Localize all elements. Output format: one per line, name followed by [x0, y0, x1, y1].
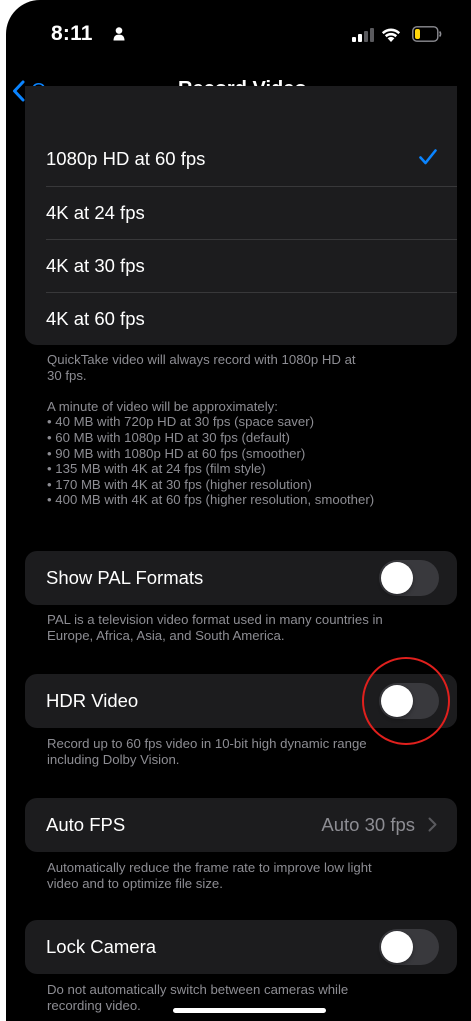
- hdr-video-group: HDR Video: [25, 674, 457, 728]
- pal-formats-toggle[interactable]: [379, 560, 439, 596]
- lock-camera-label: Lock Camera: [46, 936, 157, 957]
- checkmark-icon: [419, 149, 437, 165]
- toggle-knob: [381, 562, 413, 594]
- hdr-video-footer: Record up to 60 fps video in 10-bit high…: [47, 736, 367, 767]
- phone-screen: 8:11 Camera Record Vide: [6, 0, 471, 1021]
- status-time: 8:11: [51, 22, 93, 45]
- resolution-option-label: 1080p HD at 60 fps: [46, 148, 206, 169]
- toggle-knob: [381, 931, 413, 963]
- pal-formats-group: Show PAL Formats: [25, 551, 457, 605]
- resolution-option-4k-60[interactable]: 4K at 60 fps: [25, 292, 457, 345]
- auto-fps-footer: Automatically reduce the frame rate to i…: [47, 860, 372, 891]
- cellular-signal-icon: [352, 28, 374, 42]
- auto-fps-group: Auto FPS Auto 30 fps: [25, 798, 457, 852]
- pal-formats-row: Show PAL Formats: [25, 551, 457, 605]
- lock-camera-toggle[interactable]: [379, 929, 439, 965]
- resolution-option-1080p-60[interactable]: 1080p HD at 60 fps: [25, 132, 457, 186]
- resolution-option-label: 4K at 24 fps: [46, 201, 145, 223]
- pal-formats-footer: PAL is a television video format used in…: [47, 612, 383, 643]
- pal-formats-label: Show PAL Formats: [46, 567, 204, 588]
- auto-fps-row[interactable]: Auto FPS Auto 30 fps: [25, 798, 457, 852]
- auto-fps-label: Auto FPS: [46, 814, 126, 835]
- status-bar: 8:11: [6, 0, 471, 60]
- resolution-footer: QuickTake video will always record with …: [47, 352, 375, 508]
- toggle-knob: [381, 685, 413, 717]
- hdr-video-toggle[interactable]: [379, 683, 439, 719]
- home-indicator[interactable]: [173, 1008, 326, 1013]
- hdr-video-label: HDR Video: [46, 690, 139, 711]
- resolution-option-4k-24[interactable]: 4K at 24 fps: [25, 186, 457, 239]
- resolution-list-clipped: [25, 86, 457, 132]
- battery-icon: [412, 26, 442, 42]
- auto-fps-value: Auto 30 fps: [321, 814, 415, 835]
- chevron-left-icon: [13, 80, 25, 102]
- resolution-options-list: 1080p HD at 60 fps 4K at 24 fps 4K at 30…: [25, 132, 457, 345]
- lock-camera-group: Lock Camera: [25, 920, 457, 974]
- lock-camera-row: Lock Camera: [25, 920, 457, 974]
- person-icon: [113, 27, 125, 41]
- resolution-option-label: 4K at 30 fps: [46, 254, 145, 276]
- resolution-option-label: 4K at 60 fps: [46, 307, 145, 329]
- hdr-video-row: HDR Video: [25, 674, 457, 728]
- wifi-icon: [381, 28, 401, 42]
- resolution-option-4k-30[interactable]: 4K at 30 fps: [25, 239, 457, 292]
- chevron-right-icon: [428, 817, 437, 832]
